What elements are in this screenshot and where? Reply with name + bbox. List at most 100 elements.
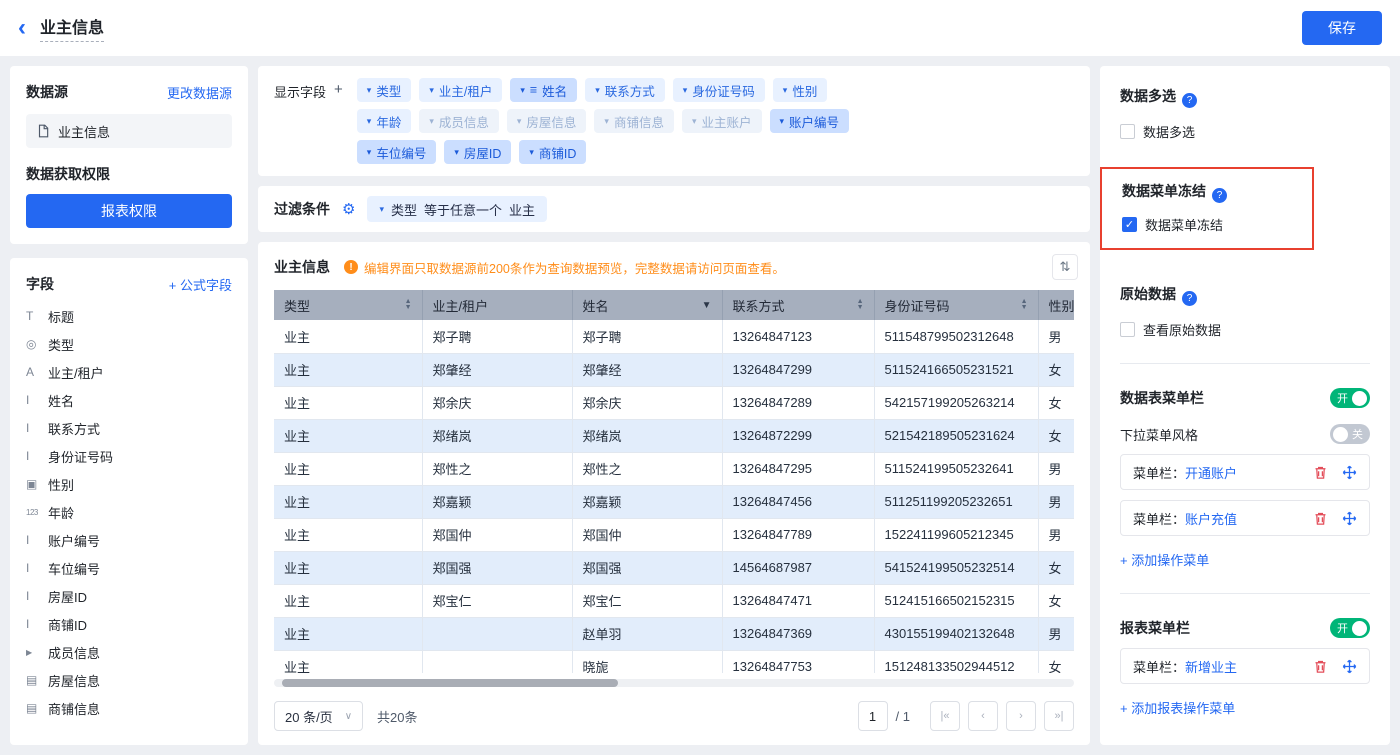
move-icon[interactable] — [1342, 465, 1357, 480]
current-page-input[interactable]: 1 — [858, 701, 888, 731]
table-row[interactable]: 业主郑子聘郑子聘13264847123511548799502312648男 — [274, 320, 1074, 353]
field-label: 车位编号 — [48, 559, 100, 578]
column-header-gender[interactable]: 性别 — [1038, 290, 1074, 320]
add-report-menu-link[interactable]: + 添加报表操作菜单 — [1120, 698, 1235, 717]
next-page-button[interactable]: › — [1006, 701, 1036, 731]
field-item-type[interactable]: ◎类型 — [26, 330, 232, 358]
field-item-title[interactable]: T标题 — [26, 302, 232, 330]
table-menu-toggle[interactable]: 开 — [1330, 388, 1370, 408]
field-item-contact[interactable]: I联系方式 — [26, 414, 232, 442]
delete-icon[interactable] — [1313, 465, 1328, 480]
change-datasource-link[interactable]: 更改数据源 — [167, 83, 232, 102]
table-row[interactable]: 业主郑肇经郑肇经13264847299511524166505231521女 — [274, 353, 1074, 386]
chip-label: 联系方式 — [605, 81, 655, 100]
table-row[interactable]: 业主赵单羽13264847369430155199402132648男 — [274, 617, 1074, 650]
chip-name[interactable]: ▾≡姓名 — [510, 78, 577, 102]
chevron-down-icon: ▾ — [429, 116, 434, 127]
table-cell: 152241199605212345 — [874, 518, 1038, 551]
table-row[interactable]: 业主晓旎13264847753151248133502944512女 — [274, 650, 1074, 673]
scrollbar-thumb[interactable] — [282, 679, 618, 687]
chevron-down-icon: ▾ — [604, 116, 609, 127]
column-header-name[interactable]: 姓名▼ — [572, 290, 722, 320]
chip-age[interactable]: ▾年龄 — [357, 109, 412, 133]
chip-contact[interactable]: ▾ 联系方式 — [585, 78, 665, 102]
first-page-button[interactable]: |« — [930, 701, 960, 731]
help-icon[interactable]: ? — [1182, 93, 1197, 108]
chip-shop-info[interactable]: ▾ 商铺信息 — [594, 109, 674, 133]
field-item-shop-id[interactable]: I商铺ID — [26, 610, 232, 638]
help-icon[interactable]: ? — [1212, 188, 1227, 203]
column-header-owner[interactable]: 业主/租户 — [422, 290, 572, 320]
chip-house-info[interactable]: ▾房屋信息 — [507, 109, 587, 133]
filter-condition-chip[interactable]: ▾ 类型 等于任意一个 业主 — [367, 196, 547, 222]
field-item-owner[interactable]: A业主/租户 — [26, 358, 232, 386]
chip-idcard[interactable]: ▾身份证号码 — [673, 78, 765, 102]
chip-shop-id[interactable]: ▾商铺ID — [519, 140, 586, 164]
add-table-menu-link[interactable]: + 添加操作菜单 — [1120, 550, 1209, 569]
field-item-gender[interactable]: ▣性别 — [26, 470, 232, 498]
table-cell: 业主 — [274, 551, 422, 584]
back-chevron-icon[interactable]: ‹ — [18, 16, 26, 40]
table-row[interactable]: 业主郑绪岚郑绪岚13264872299521542189505231624女 — [274, 419, 1074, 452]
field-item-name[interactable]: I姓名 — [26, 386, 232, 414]
field-item-parking[interactable]: I车位编号 — [26, 554, 232, 582]
table-row[interactable]: 业主郑嘉颖郑嘉颖13264847456511251199205232651男 — [274, 485, 1074, 518]
field-item-account[interactable]: I账户编号 — [26, 526, 232, 554]
chip-type[interactable]: ▾类型 — [357, 78, 412, 102]
delete-icon[interactable] — [1313, 659, 1328, 674]
field-item-house-id[interactable]: I房屋ID — [26, 582, 232, 610]
table-sort-button[interactable]: ⇅ — [1052, 254, 1078, 280]
column-header-contact[interactable]: 联系方式▲▼ — [722, 290, 874, 320]
field-item-house-info[interactable]: ▤房屋信息 — [26, 666, 232, 694]
chip-account-no[interactable]: ▾账户编号 — [770, 109, 850, 133]
table-row[interactable]: 业主郑性之郑性之13264847295511524199505232641男 — [274, 452, 1074, 485]
report-permission-button[interactable]: 报表权限 — [26, 194, 232, 228]
save-button[interactable]: 保存 — [1302, 11, 1382, 45]
menu-item-new-owner[interactable]: 菜单栏：新增业主 — [1120, 648, 1370, 684]
multi-select-section: 数据多选? 数据多选 — [1120, 86, 1370, 141]
menu-item-open-account[interactable]: 菜单栏：开通账户 — [1120, 454, 1370, 490]
move-icon[interactable] — [1342, 511, 1357, 526]
menu-freeze-title: 数据菜单冻结 — [1122, 183, 1206, 199]
add-formula-field-link[interactable]: + 公式字段 — [169, 275, 232, 294]
prev-page-button[interactable]: ‹ — [968, 701, 998, 731]
table-row[interactable]: 业主郑国仲郑国仲13264847789152241199605212345男 — [274, 518, 1074, 551]
chevron-down-icon: ▾ — [595, 85, 600, 96]
field-item-idcard[interactable]: I身份证号码 — [26, 442, 232, 470]
menu-item-recharge[interactable]: 菜单栏：账户充值 — [1120, 500, 1370, 536]
help-icon[interactable]: ? — [1182, 291, 1197, 306]
report-menu-toggle[interactable]: 开 — [1330, 618, 1370, 638]
multi-select-checkbox[interactable] — [1120, 124, 1135, 139]
page-size-select[interactable]: 20 条/页 ∨ — [274, 701, 363, 731]
gear-icon[interactable]: ⚙ — [342, 200, 355, 218]
chip-members[interactable]: ▾成员信息 — [419, 109, 499, 133]
menu-item-prefix: 菜单栏： — [1133, 463, 1185, 482]
chip-label: 商铺信息 — [614, 112, 664, 131]
menu-freeze-checkbox[interactable]: ✓ — [1122, 217, 1137, 232]
field-item-members[interactable]: ▶成员信息 — [26, 638, 232, 666]
dropdown-style-toggle[interactable]: 关 — [1330, 424, 1370, 444]
chip-owner[interactable]: ▾业主/租户 — [419, 78, 502, 102]
move-icon[interactable] — [1342, 659, 1357, 674]
last-page-button[interactable]: »| — [1044, 701, 1074, 731]
table-row[interactable]: 业主郑宝仁郑宝仁13264847471512415166502152315女 — [274, 584, 1074, 617]
add-display-field-button[interactable]: + — [334, 82, 343, 97]
table-row[interactable]: 业主郑余庆郑余庆13264847289542157199205263214女 — [274, 386, 1074, 419]
datasource-item[interactable]: 业主信息 — [26, 114, 232, 148]
table-cell: 男 — [1038, 617, 1074, 650]
chip-house-id[interactable]: ▾房屋ID — [444, 140, 511, 164]
chip-parking-no[interactable]: ▾车位编号 — [357, 140, 437, 164]
delete-icon[interactable] — [1313, 511, 1328, 526]
field-item-age[interactable]: 123年龄 — [26, 498, 232, 526]
chip-owner-account[interactable]: ▾业主账户 — [682, 109, 762, 133]
expand-arrow-icon: ▶ — [26, 648, 48, 657]
type-icon: ◎ — [26, 337, 48, 351]
column-header-idcard[interactable]: 身份证号码▲▼ — [874, 290, 1038, 320]
filter-caret-icon[interactable]: ▼ — [702, 300, 712, 311]
column-header-type[interactable]: 类型▲▼ — [274, 290, 422, 320]
table-cell: 13264847289 — [722, 386, 874, 419]
table-row[interactable]: 业主郑国强郑国强14564687987541524199505232514女 — [274, 551, 1074, 584]
raw-data-checkbox[interactable] — [1120, 322, 1135, 337]
chip-gender[interactable]: ▾性别 — [773, 78, 828, 102]
field-item-shop-info[interactable]: ▤商铺信息 — [26, 694, 232, 722]
